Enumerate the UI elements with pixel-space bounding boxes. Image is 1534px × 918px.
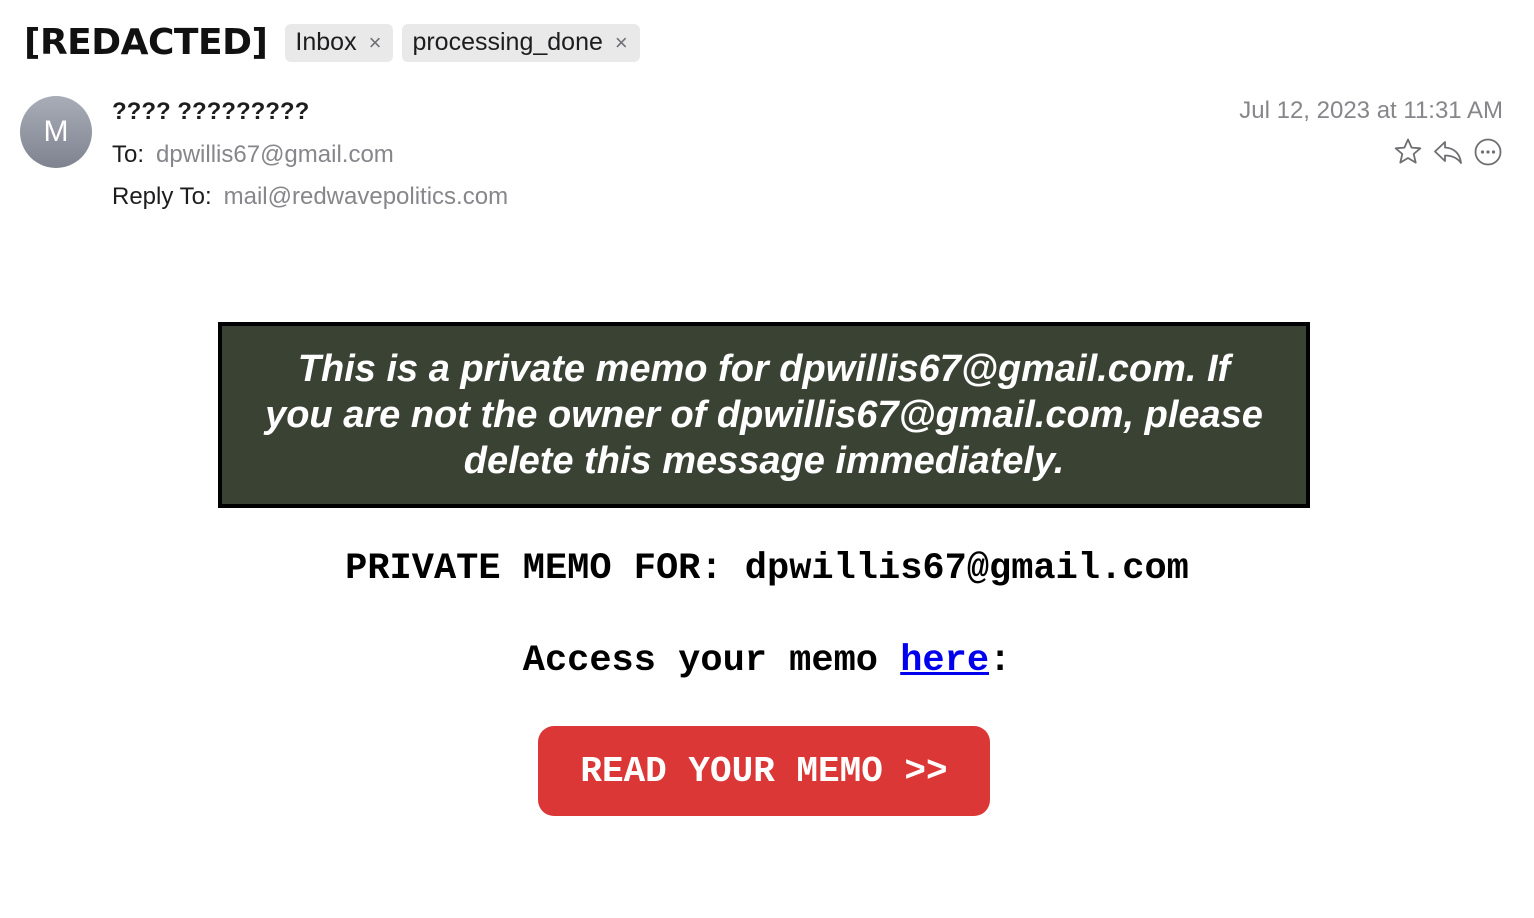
tag-inbox[interactable]: Inbox × — [285, 23, 394, 62]
message-actions — [1392, 136, 1504, 168]
avatar-initial: M — [43, 115, 69, 148]
private-memo-banner: This is a private memo for dpwillis67@gm… — [218, 322, 1310, 508]
access-prefix: Access your memo — [522, 640, 901, 682]
tag-processing-done[interactable]: processing_done × — [402, 23, 640, 62]
read-memo-button[interactable]: READ YOUR MEMO >> — [538, 726, 990, 816]
access-memo-line: Access your memo here: — [0, 640, 1534, 682]
tag-label: Inbox — [295, 28, 357, 56]
memo-recipient-heading: PRIVATE MEMO FOR: dpwillis67@gmail.com — [345, 548, 1189, 590]
sender-name[interactable]: ???? ????????? — [112, 98, 309, 126]
subject-row: [REDACTED] Inbox × processing_done × — [24, 22, 649, 63]
reply-to-address[interactable]: mail@redwavepolitics.com — [224, 183, 508, 210]
tag-label: processing_done — [412, 28, 603, 56]
reply-to-line: Reply To: mail@redwavepolitics.com — [112, 183, 508, 211]
star-icon[interactable] — [1392, 136, 1424, 168]
reply-icon[interactable] — [1432, 136, 1464, 168]
email-date: Jul 12, 2023 at 11:31 AM — [1239, 97, 1503, 124]
to-address[interactable]: dpwillis67@gmail.com — [156, 141, 394, 168]
banner-text: This is a private memo for dpwillis67@gm… — [265, 348, 1263, 482]
read-memo-button-label: READ YOUR MEMO >> — [580, 750, 948, 792]
email-subject: [REDACTED] — [24, 22, 268, 63]
to-label: To: — [112, 141, 145, 168]
tag-remove-icon[interactable]: × — [369, 30, 382, 56]
memo-link[interactable]: here — [900, 640, 989, 682]
avatar: M — [20, 96, 92, 168]
access-suffix: : — [989, 640, 1012, 682]
to-line: To: dpwillis67@gmail.com — [112, 141, 394, 169]
more-icon[interactable] — [1472, 136, 1504, 168]
tag-remove-icon[interactable]: × — [615, 30, 628, 56]
reply-to-label: Reply To: — [112, 183, 212, 210]
